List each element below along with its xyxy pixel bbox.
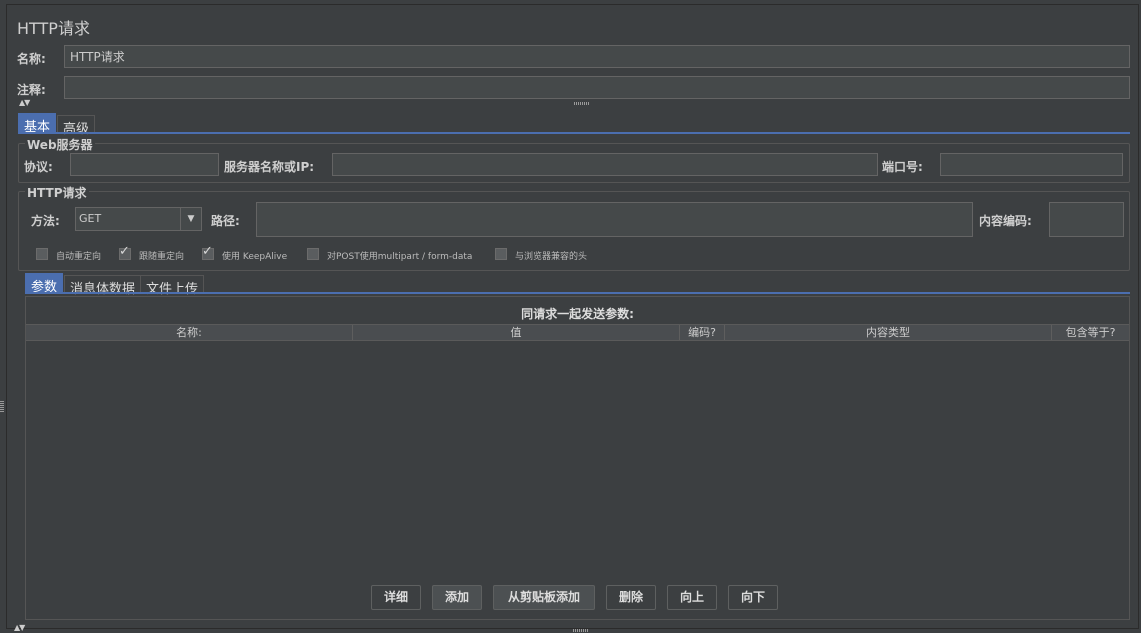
checkbox-box [495,248,507,260]
http-request-group: HTTP请求 方法: GET ▼ 路径: 内容编码: 自动重定向 ✓ 跟随重定向… [18,184,1130,271]
move-up-button[interactable]: 向上 [667,585,717,610]
tab-file-upload[interactable]: 文件上传 [140,275,205,297]
method-value: GET [79,212,102,225]
auto-redirect-checkbox[interactable]: 自动重定向 [36,248,126,262]
table-caption: 同请求一起发送参数: [521,307,634,321]
method-select[interactable]: GET ▼ [75,207,202,231]
tab-underline [18,132,1130,134]
tab-parameters[interactable]: 参数 [25,273,64,295]
check-mark-icon: ✓ [119,244,130,259]
path-field[interactable] [256,202,973,237]
protocol-label: 协议: [24,160,53,174]
dropdown-arrow-icon[interactable]: ▼ [180,208,201,230]
column-header-content-type[interactable]: 内容类型 [725,325,1052,340]
move-down-button[interactable]: 向下 [728,585,778,610]
check-mark-icon: ✓ [202,244,213,259]
port-label: 端口号: [882,160,923,174]
tab-advanced[interactable]: 高级 [57,115,96,137]
bottom-collapse-icon[interactable]: ▲▼ [14,624,25,632]
column-header-encode[interactable]: 编码? [680,325,725,340]
multipart-checkbox[interactable]: 对POST使用multipart / form-data [307,248,492,262]
column-header-include-equals[interactable]: 包含等于? [1052,325,1129,340]
bottom-splitter-grip-icon[interactable] [573,629,589,632]
method-label: 方法: [31,214,60,228]
path-label: 路径: [211,214,240,228]
column-header-value[interactable]: 值 [353,325,680,340]
http-request-group-title: HTTP请求 [25,184,89,201]
name-field[interactable] [64,45,1130,68]
column-header-name[interactable]: 名称: [26,325,353,340]
subtab-underline [25,292,1130,294]
follow-redirect-checkbox[interactable]: ✓ 跟随重定向 [119,244,209,262]
table-body[interactable] [26,342,1129,582]
protocol-field[interactable] [70,153,219,176]
detail-button[interactable]: 详细 [371,585,421,610]
server-label: 服务器名称或IP: [224,160,315,174]
splitter-grip-icon[interactable] [574,102,590,105]
encoding-field[interactable] [1049,202,1124,237]
checkbox-box [36,248,48,260]
page-title: HTTP请求 [17,19,90,38]
keepalive-checkbox[interactable]: ✓ 使用 KeepAlive [202,244,302,262]
add-from-clipboard-button[interactable]: 从剪贴板添加 [493,585,595,610]
web-server-group-title: Web服务器 [25,136,95,153]
collapse-arrows-icon[interactable]: ▲▼ [19,99,30,107]
params-table: 同请求一起发送参数: 名称: 值 编码? 内容类型 包含等于? [25,296,1130,620]
port-field[interactable] [940,153,1123,176]
name-label: 名称: [17,52,46,66]
tab-body-data[interactable]: 消息体数据 [64,275,142,297]
left-splitter-grip-icon[interactable] [0,400,4,412]
add-button[interactable]: 添加 [432,585,482,610]
http-request-panel: HTTP请求 名称: 注释: ▲▼ 基本 高级 Web服务器 协议: 服务器名称… [6,4,1139,629]
server-field[interactable] [332,153,878,176]
tab-basic[interactable]: 基本 [18,113,57,135]
browser-headers-checkbox[interactable]: 与浏览器兼容的头 [495,248,605,262]
table-header: 名称: 值 编码? 内容类型 包含等于? [26,324,1129,341]
delete-button[interactable]: 删除 [606,585,656,610]
checkbox-box [307,248,319,260]
web-server-group: Web服务器 协议: 服务器名称或IP: 端口号: [18,136,1130,183]
comment-field[interactable] [64,76,1130,99]
comment-label: 注释: [17,83,46,97]
encoding-label: 内容编码: [979,214,1032,228]
